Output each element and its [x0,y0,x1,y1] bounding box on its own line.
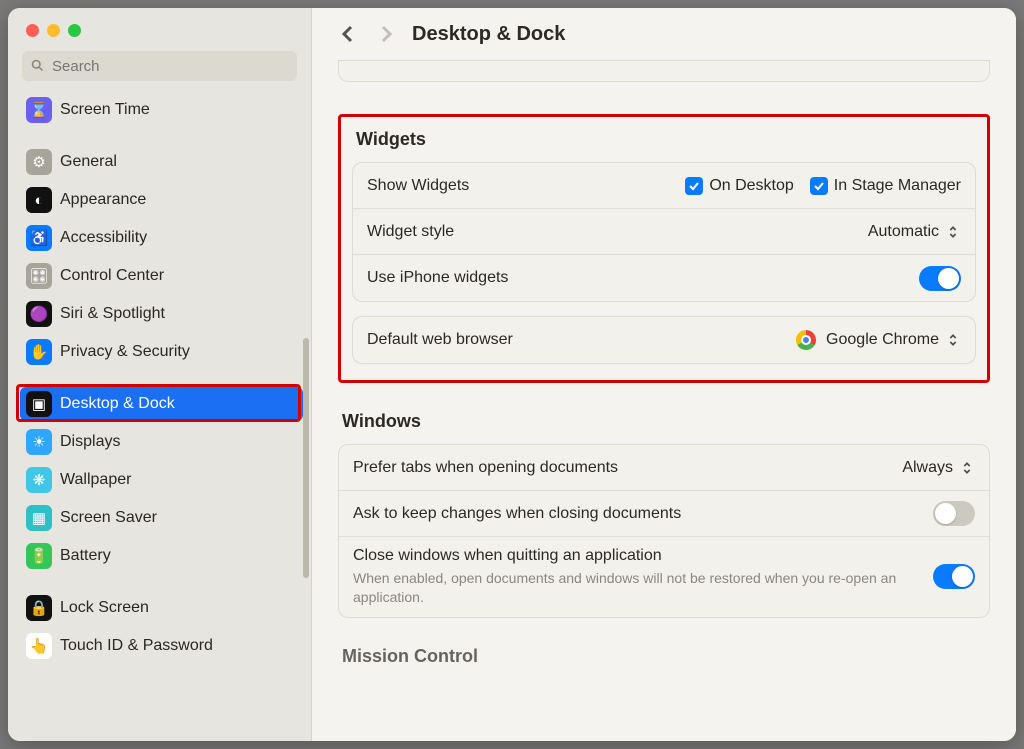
use-iphone-widgets-label: Use iPhone widgets [367,269,919,287]
close-button[interactable] [26,24,39,37]
sidebar: ⌛ Screen Time ⚙ General ◐ Appearance ♿ Accessib… [8,8,312,741]
ask-changes-toggle[interactable] [933,501,975,526]
hourglass-icon: ⌛ [26,97,52,123]
sidebar-item-label: Screen Time [60,101,150,119]
flower-icon: ❋ [26,467,52,493]
sidebar-item-label: Siri & Spotlight [60,305,165,323]
annotation-highlight: Widgets Show Widgets On Desktop [338,114,990,383]
system-settings-window: ⌛ Screen Time ⚙ General ◐ Appearance ♿ Accessib… [8,8,1016,741]
gear-icon: ⚙ [26,149,52,175]
back-button[interactable] [336,22,360,46]
widgets-section-title: Widgets [356,129,976,150]
close-windows-detail: When enabled, open documents and windows… [353,569,933,607]
main-pane: Desktop & Dock Widgets Show Widgets O [312,8,1016,741]
chrome-icon [796,330,816,350]
windows-group: Prefer tabs when opening documents Alway… [338,444,990,618]
browser-group: Default web browser Google Chrome [352,316,976,364]
sidebar-item-appearance[interactable]: ◐ Appearance [20,183,303,217]
ask-changes-label: Ask to keep changes when closing documen… [353,505,933,523]
sidebar-item-label: Lock Screen [60,599,149,617]
mission-control-section-title: Mission Control [342,646,990,667]
widget-style-value: Automatic [868,223,939,241]
sidebar-item-general[interactable]: ⚙ General [20,145,303,179]
sidebar-item-label: Touch ID & Password [60,637,213,655]
hand-icon: ✋ [26,339,52,365]
on-desktop-label: On Desktop [709,177,793,195]
battery-icon: 🔋 [26,543,52,569]
search-input[interactable] [22,51,297,81]
widget-style-popup[interactable]: Automatic [868,223,961,241]
sidebar-item-label: Accessibility [60,229,147,247]
scrollbar[interactable] [303,338,309,578]
sidebar-item-label: Displays [60,433,120,451]
close-windows-label: Close windows when quitting an applicati… [353,547,933,565]
on-desktop-checkbox[interactable] [685,177,703,195]
sidebar-item-desktop-dock[interactable]: ▣ Desktop & Dock [20,387,303,421]
sidebar-item-screen-time[interactable]: ⌛ Screen Time [20,93,303,127]
sidebar-item-wallpaper[interactable]: ❋ Wallpaper [20,463,303,497]
appearance-icon: ◐ [26,187,52,213]
sidebar-item-privacy-security[interactable]: ✋ Privacy & Security [20,335,303,369]
sidebar-item-label: Screen Saver [60,509,157,527]
widgets-group: Show Widgets On Desktop [352,162,976,302]
fingerprint-icon: 👆 [26,633,52,659]
default-browser-value: Google Chrome [826,331,939,349]
siri-icon: 🟣 [26,301,52,327]
windows-section-title: Windows [342,411,990,432]
sidebar-item-label: General [60,153,117,171]
sidebar-item-control-center[interactable]: 🎛 Control Center [20,259,303,293]
sidebar-item-siri-spotlight[interactable]: 🟣 Siri & Spotlight [20,297,303,331]
minimize-button[interactable] [47,24,60,37]
sidebar-item-accessibility[interactable]: ♿ Accessibility [20,221,303,255]
screensaver-icon: ▦ [26,505,52,531]
sidebar-item-label: Privacy & Security [60,343,190,361]
sidebar-item-lock-screen[interactable]: 🔒 Lock Screen [20,591,303,625]
in-stage-manager-checkbox[interactable] [810,177,828,195]
chevron-up-down-icon [945,331,961,349]
switches-icon: 🎛 [26,263,52,289]
accessibility-icon: ♿ [26,225,52,251]
sidebar-item-label: Desktop & Dock [60,395,175,413]
maximize-button[interactable] [68,24,81,37]
sidebar-item-battery[interactable]: 🔋 Battery [20,539,303,573]
dock-icon: ▣ [26,391,52,417]
widget-style-label: Widget style [367,223,868,241]
sidebar-list: ⌛ Screen Time ⚙ General ◐ Appearance ♿ Accessib… [8,91,311,741]
page-title: Desktop & Dock [412,23,565,46]
show-widgets-label: Show Widgets [367,177,685,195]
sidebar-item-label: Appearance [60,191,146,209]
search-icon [30,58,45,73]
default-browser-popup[interactable]: Google Chrome [796,330,961,350]
sidebar-item-label: Control Center [60,267,164,285]
lock-icon: 🔒 [26,595,52,621]
chevron-up-down-icon [945,223,961,241]
prefer-tabs-popup[interactable]: Always [902,459,975,477]
brightness-icon: ☀ [26,429,52,455]
sidebar-item-displays[interactable]: ☀ Displays [20,425,303,459]
default-browser-label: Default web browser [367,331,796,349]
in-stage-manager-label: In Stage Manager [834,177,961,195]
sidebar-item-label: Battery [60,547,111,565]
window-controls [8,8,311,45]
use-iphone-widgets-toggle[interactable] [919,266,961,291]
chevron-up-down-icon [959,459,975,477]
sidebar-item-label: Wallpaper [60,471,131,489]
close-windows-toggle[interactable] [933,564,975,589]
forward-button[interactable] [374,22,398,46]
prefer-tabs-label: Prefer tabs when opening documents [353,459,902,477]
sidebar-item-touch-id-password[interactable]: 👆 Touch ID & Password [20,629,303,663]
previous-section-peek [338,60,990,82]
sidebar-item-screen-saver[interactable]: ▦ Screen Saver [20,501,303,535]
prefer-tabs-value: Always [902,459,953,477]
